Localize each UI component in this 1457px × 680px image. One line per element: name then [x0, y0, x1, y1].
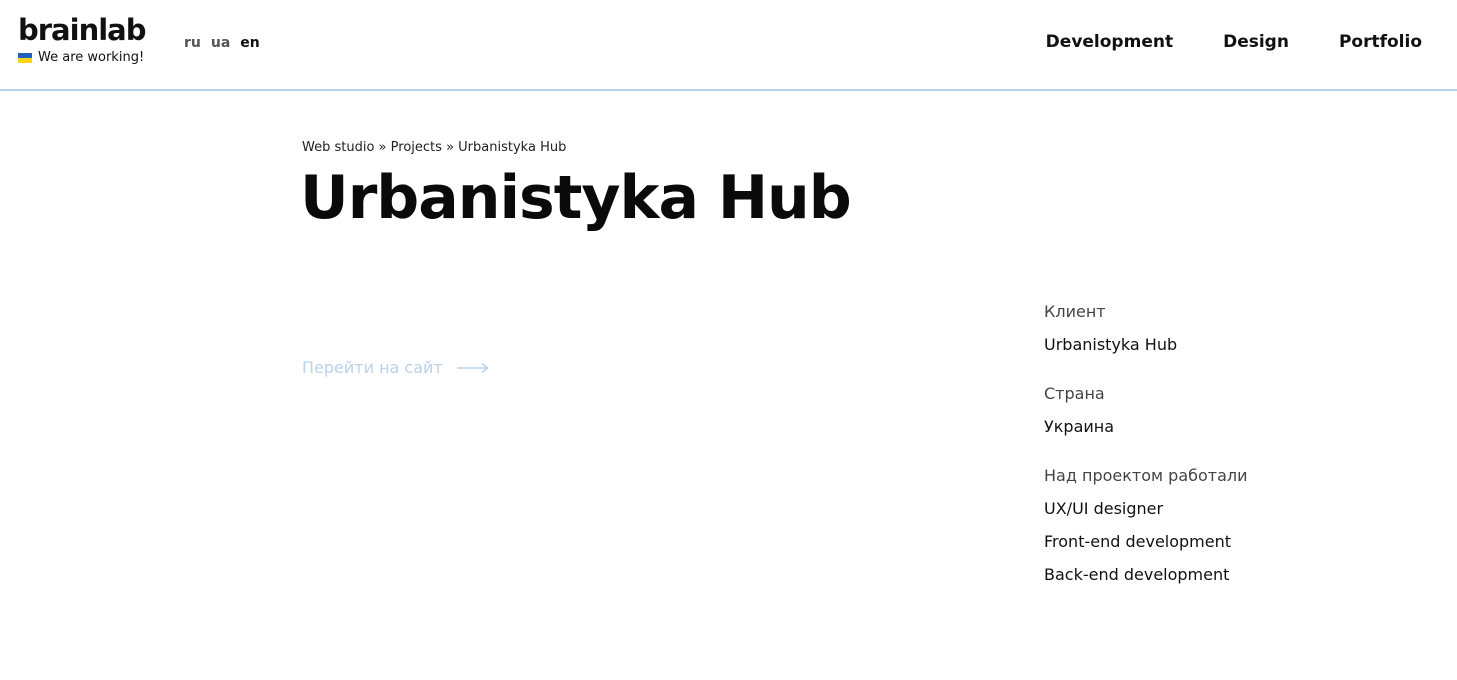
visit-site-label: Перейти на сайт [302, 358, 443, 377]
breadcrumb: Web studio » Projects » Urbanistyka Hub [302, 140, 566, 155]
lang-ru[interactable]: ru [184, 35, 201, 51]
breadcrumb-current: Urbanistyka Hub [458, 140, 567, 155]
nav-portfolio[interactable]: Portfolio [1339, 32, 1422, 52]
country-group: Страна Украина [1044, 384, 1424, 436]
breadcrumb-separator: » [446, 140, 455, 155]
project-info: Клиент Urbanistyka Hub Страна Украина На… [1044, 302, 1424, 614]
working-status: We are working! [18, 50, 145, 65]
visit-site-link[interactable]: Перейти на сайт [302, 358, 489, 377]
ukraine-flag-icon [18, 52, 32, 63]
team-label: Над проектом работали [1044, 466, 1248, 485]
lang-en[interactable]: en [240, 35, 259, 51]
country-label: Страна [1044, 384, 1105, 403]
nav-design[interactable]: Design [1223, 32, 1289, 52]
breadcrumb-projects[interactable]: Projects [391, 140, 442, 155]
main-nav: Development Design Portfolio [1046, 32, 1422, 52]
team-group: Над проектом работали UX/UI designer Fro… [1044, 466, 1424, 584]
client-label: Клиент [1044, 302, 1106, 321]
logo[interactable]: brainlab [18, 14, 146, 46]
client-value: Urbanistyka Hub [1044, 335, 1178, 354]
client-group: Клиент Urbanistyka Hub [1044, 302, 1424, 354]
team-item: Front-end development [1044, 532, 1232, 551]
page-title: Urbanistyka Hub [300, 163, 852, 233]
logo-block[interactable]: brainlab We are working! [18, 14, 146, 65]
breadcrumb-separator: » [378, 140, 387, 155]
language-switcher: ru ua en [184, 35, 260, 51]
site-header: brainlab We are working! ru ua en Develo… [0, 0, 1457, 91]
lang-ua[interactable]: ua [211, 35, 230, 51]
team-item: UX/UI designer [1044, 499, 1164, 518]
arrow-right-icon [456, 362, 489, 373]
country-value: Украина [1044, 417, 1115, 436]
team-item: Back-end development [1044, 565, 1230, 584]
working-text: We are working! [38, 50, 145, 65]
breadcrumb-web-studio[interactable]: Web studio [302, 140, 374, 155]
nav-development[interactable]: Development [1046, 32, 1173, 52]
